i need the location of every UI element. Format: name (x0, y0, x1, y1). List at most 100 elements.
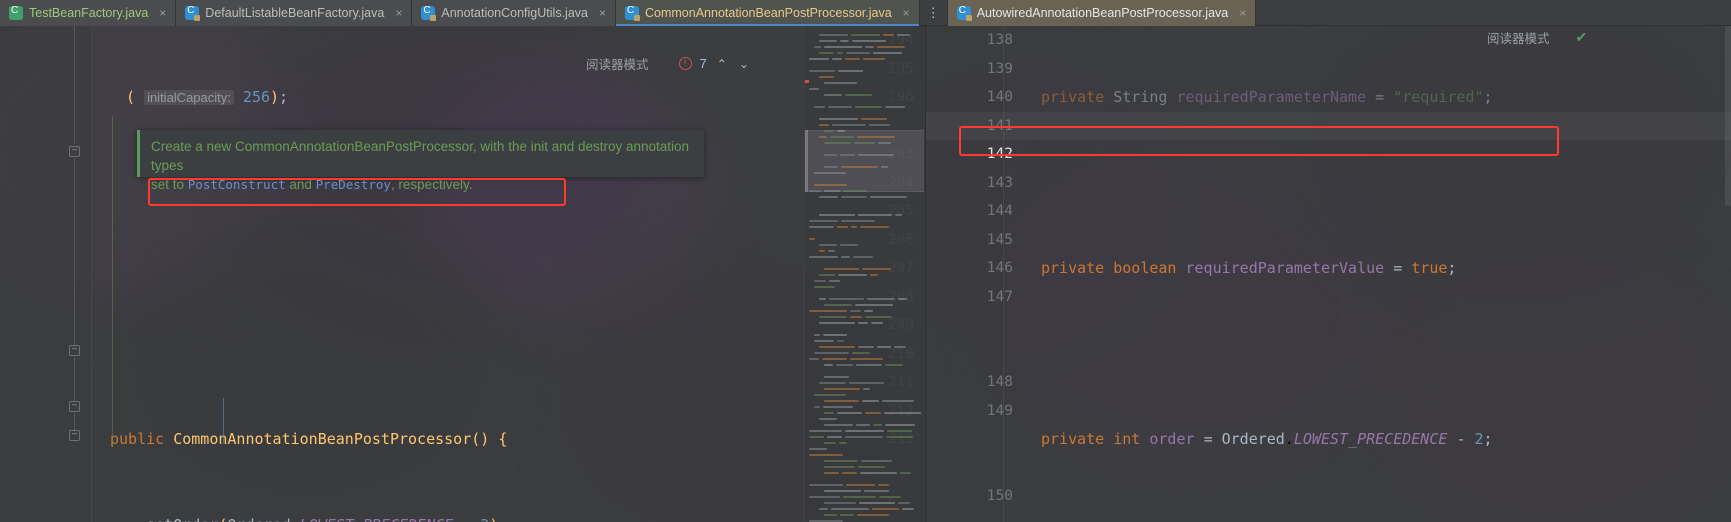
minimap-code-row (852, 40, 886, 42)
minimap-code-row (858, 346, 874, 348)
tooltip-link-postconstruct[interactable]: PostConstruct (188, 177, 286, 192)
tooltip-link-predestroy[interactable]: PreDestroy (316, 177, 391, 192)
minimap-code-row (824, 412, 834, 414)
minimap-code-row (824, 82, 857, 84)
minimap-code-row (861, 460, 892, 462)
minimap-code-row (862, 400, 879, 402)
minimap-code-row (824, 130, 834, 132)
minimap-code-row (846, 484, 875, 486)
minimap-scroll-thumb[interactable] (805, 130, 808, 192)
minimap-code-row (850, 316, 862, 318)
minimap-code-row (886, 436, 913, 438)
line-number: 138 (986, 32, 1013, 48)
minimap-code-row (831, 508, 869, 510)
minimap-code-row (851, 226, 857, 228)
tooltip-line-2: set to PostConstruct and PreDestroy, res… (151, 177, 473, 192)
minimap-code-row (809, 58, 829, 60)
chevron-up-icon[interactable]: ⌃ (715, 57, 729, 71)
minimap-code-row (824, 388, 860, 390)
minimap-code-row (879, 496, 901, 498)
minimap-code-row (809, 436, 824, 438)
close-icon[interactable]: × (159, 6, 166, 20)
minimap-code-row (823, 406, 853, 408)
minimap-code-row (894, 346, 906, 348)
left-gutter[interactable] (0, 26, 92, 522)
reader-mode-label[interactable]: 阅读器模式 (586, 54, 649, 73)
minimap-code-row (824, 142, 851, 144)
java-class-icon (625, 5, 640, 21)
fold-guide (74, 26, 75, 144)
minimap-code-row (809, 496, 840, 498)
reader-mode-label[interactable]: 阅读器模式 (1487, 28, 1550, 47)
fold-marker[interactable] (69, 401, 80, 412)
minimap-code-row (856, 424, 870, 426)
tab-label: CommonAnnotationBeanPostProcessor.java (645, 6, 892, 20)
tab-annotation-config-utils[interactable]: AnnotationConfigUtils.java × (412, 0, 616, 26)
fold-marker[interactable] (69, 146, 80, 157)
inspection-ok-icon[interactable]: ✔ (1576, 29, 1588, 46)
error-icon[interactable]: ! (678, 57, 692, 70)
line-number: 140 (986, 89, 1013, 105)
tab-common-annotation-bean-post-processor[interactable]: CommonAnnotationBeanPostProcessor.java × (616, 0, 920, 26)
minimap-code-row (824, 46, 862, 48)
minimap-code-row (819, 382, 846, 384)
minimap-code-row (829, 280, 840, 282)
minimap-code-row (832, 124, 866, 126)
minimap-code-row (824, 268, 859, 270)
close-icon[interactable]: × (1239, 6, 1246, 20)
minimap-viewport[interactable] (805, 130, 924, 192)
tab-label: AutowiredAnnotationBeanPostProcessor.jav… (976, 6, 1229, 20)
minimap-code-row (852, 352, 870, 354)
minimap-error-marker[interactable] (805, 80, 809, 83)
minimap-code-row (809, 484, 843, 486)
minimap-code-row (819, 508, 828, 510)
line-number: 145 (986, 231, 1013, 248)
minimap-code-row (830, 136, 854, 138)
minimap-code-row (819, 244, 837, 246)
minimap-code-row (824, 304, 852, 306)
reader-mode-toolbar-left: 阅读器模式 ! 7 ⌃ ⌄ (586, 54, 751, 73)
tab-bar-filler (1256, 0, 1731, 25)
minimap-code-row (850, 358, 883, 360)
minimap-code-row (846, 52, 870, 54)
editor-scrollbar[interactable] (1725, 26, 1731, 206)
chevron-down-icon[interactable]: ⌄ (737, 57, 751, 71)
tab-default-listable-bean-factory[interactable]: DefaultListableBeanFactory.java × (176, 0, 413, 26)
minimap-code-row (840, 514, 854, 516)
minimap-code-row (837, 130, 845, 132)
left-code-area[interactable]: ( initialCapacity: 256); public CommonAn… (110, 26, 625, 522)
code-minimap[interactable] (804, 26, 924, 522)
minimap-code-row (824, 490, 861, 492)
right-code-area[interactable]: private String requiredParameterName = "… (1041, 26, 1520, 522)
java-class-icon (421, 5, 437, 21)
fold-marker[interactable] (69, 345, 80, 356)
tab-autowired-annotation-bean-post-processor[interactable]: AutowiredAnnotationBeanPostProcessor.jav… (947, 0, 1257, 26)
minimap-code-row (853, 256, 873, 258)
tab-test-bean-factory[interactable]: TestBeanFactory.java × (0, 0, 177, 26)
minimap-code-row (854, 142, 875, 144)
minimap-code-row (819, 346, 855, 348)
indent-guide (223, 398, 224, 444)
editor-pane-left[interactable]: 194 195 196 203 204 205 206 207 208 209 … (0, 26, 924, 522)
minimap-code-row (864, 310, 873, 312)
fold-marker[interactable] (69, 430, 80, 441)
minimap-code-row (884, 412, 921, 414)
tab-overflow-menu[interactable]: ⋮ (919, 0, 948, 25)
editor-pane-right[interactable]: 138 139 140 141 142 143 144 145 146 147 … (925, 26, 1731, 522)
minimap-code-row (809, 310, 847, 312)
minimap-code-row (819, 124, 829, 126)
minimap-code-row (819, 34, 848, 36)
line-number: 141 (986, 117, 1013, 134)
minimap-code-row (869, 124, 890, 126)
close-icon[interactable]: × (599, 6, 606, 20)
code-line: private String requiredParameterName = "… (1041, 88, 1493, 106)
minimap-code-row (824, 442, 836, 444)
close-icon[interactable]: × (395, 6, 402, 20)
minimap-code-row (809, 454, 843, 456)
minimap-code-row (849, 382, 884, 384)
close-icon[interactable]: × (903, 6, 910, 20)
java-class-icon (956, 5, 972, 21)
code-line: public CommonAnnotationBeanPostProcessor… (110, 430, 508, 448)
